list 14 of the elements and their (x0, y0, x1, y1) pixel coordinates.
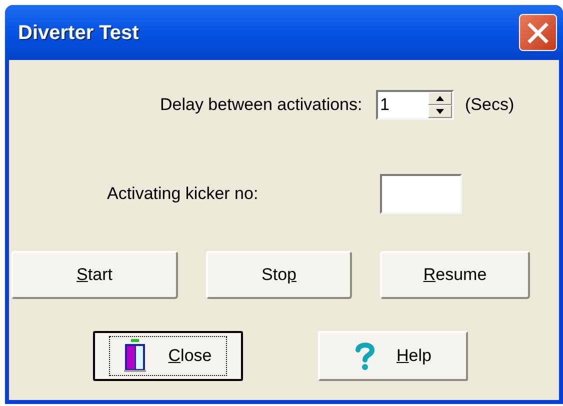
delay-label: Delay between activations: (160, 94, 364, 116)
close-dialog-button[interactable]: Close (93, 331, 243, 381)
window-title: Diverter Test (18, 20, 139, 46)
kicker-label: Activating kicker no: (107, 183, 260, 206)
kicker-field[interactable] (380, 174, 462, 214)
action-button[interactable]: Resume (380, 251, 530, 299)
question-mark-icon (354, 341, 374, 371)
action-button[interactable]: Stop (206, 251, 352, 299)
close-button[interactable] (519, 14, 557, 51)
door-icon (124, 339, 146, 373)
help-button[interactable]: Help (318, 331, 468, 381)
action-button[interactable]: Start (11, 251, 178, 299)
close-icon (526, 20, 550, 44)
unit-label: (Secs) (465, 94, 514, 116)
